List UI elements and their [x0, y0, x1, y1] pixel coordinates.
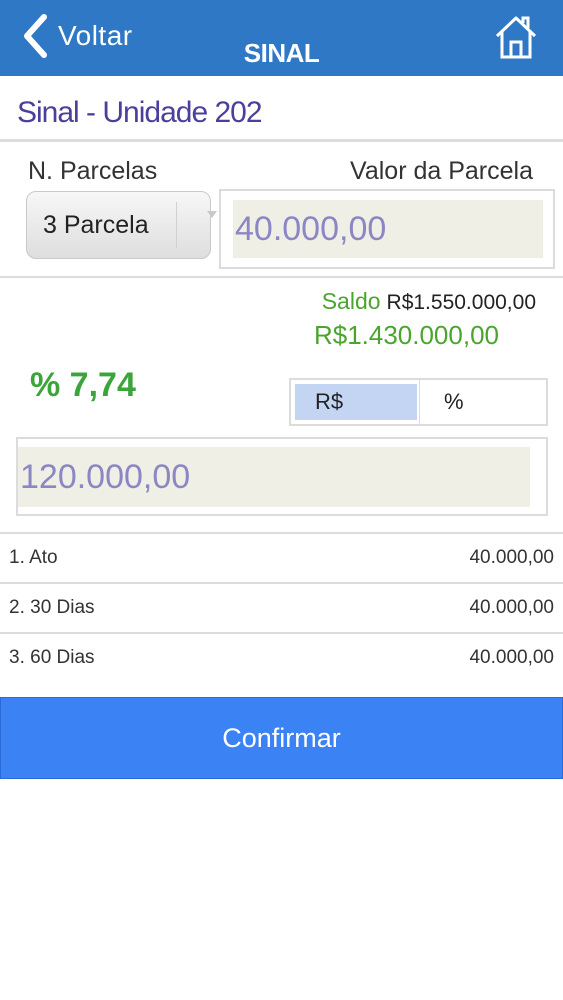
home-button[interactable] — [495, 14, 537, 65]
installment-value: 40.000,00 — [469, 547, 554, 568]
section-title: Sinal - Unidade 202 — [17, 96, 263, 129]
select-separator — [176, 202, 177, 248]
chevron-down-icon — [207, 211, 217, 218]
page-title: SINAL — [243, 38, 320, 68]
mode-option-percent[interactable]: % — [419, 380, 546, 424]
list-item[interactable]: 1. Ato 40.000,00 — [0, 532, 563, 582]
saldo-label: Saldo — [321, 288, 381, 314]
mode-option-currency[interactable]: R$ — [295, 384, 417, 420]
installment-label: 2. 30 Dias — [9, 597, 95, 618]
saldo-total: R$1.550.000,00 — [386, 291, 536, 314]
installment-value: 40.000,00 — [469, 647, 554, 668]
parcelas-select[interactable]: 3 Parcela — [26, 191, 217, 259]
installments-list: 1. Ato 40.000,00 2. 30 Dias 40.000,00 3.… — [0, 532, 563, 682]
installment-label: 3. 60 Dias — [9, 647, 95, 668]
parcelas-label: N. Parcelas — [28, 157, 158, 185]
valor-parcela-frame: 40.000,00 — [219, 189, 555, 269]
home-icon — [495, 16, 537, 64]
confirm-button[interactable]: Confirmar — [0, 697, 563, 779]
divider — [0, 139, 563, 142]
parcelas-selected-value: 3 Parcela — [43, 210, 149, 239]
installment-label: 1. Ato — [9, 547, 58, 568]
list-item[interactable]: 3. 60 Dias 40.000,00 — [0, 632, 563, 682]
saldo-row: Saldo R$1.550.000,00 — [322, 288, 536, 315]
saldo-remaining: R$1.430.000,00 — [313, 320, 499, 350]
percent-value: % 7,74 — [30, 366, 136, 404]
installment-value: 40.000,00 — [469, 597, 554, 618]
sinal-total-input[interactable]: 120.000,00 — [18, 447, 530, 507]
valor-parcela-input[interactable]: 40.000,00 — [233, 200, 543, 258]
valor-parcela-label: Valor da Parcela — [350, 157, 533, 185]
sinal-total-frame: 120.000,00 — [16, 437, 548, 516]
divider — [0, 276, 563, 278]
list-item[interactable]: 2. 30 Dias 40.000,00 — [0, 582, 563, 632]
mode-toggle: R$ % — [289, 378, 548, 426]
navbar: Voltar SINAL — [0, 0, 563, 76]
